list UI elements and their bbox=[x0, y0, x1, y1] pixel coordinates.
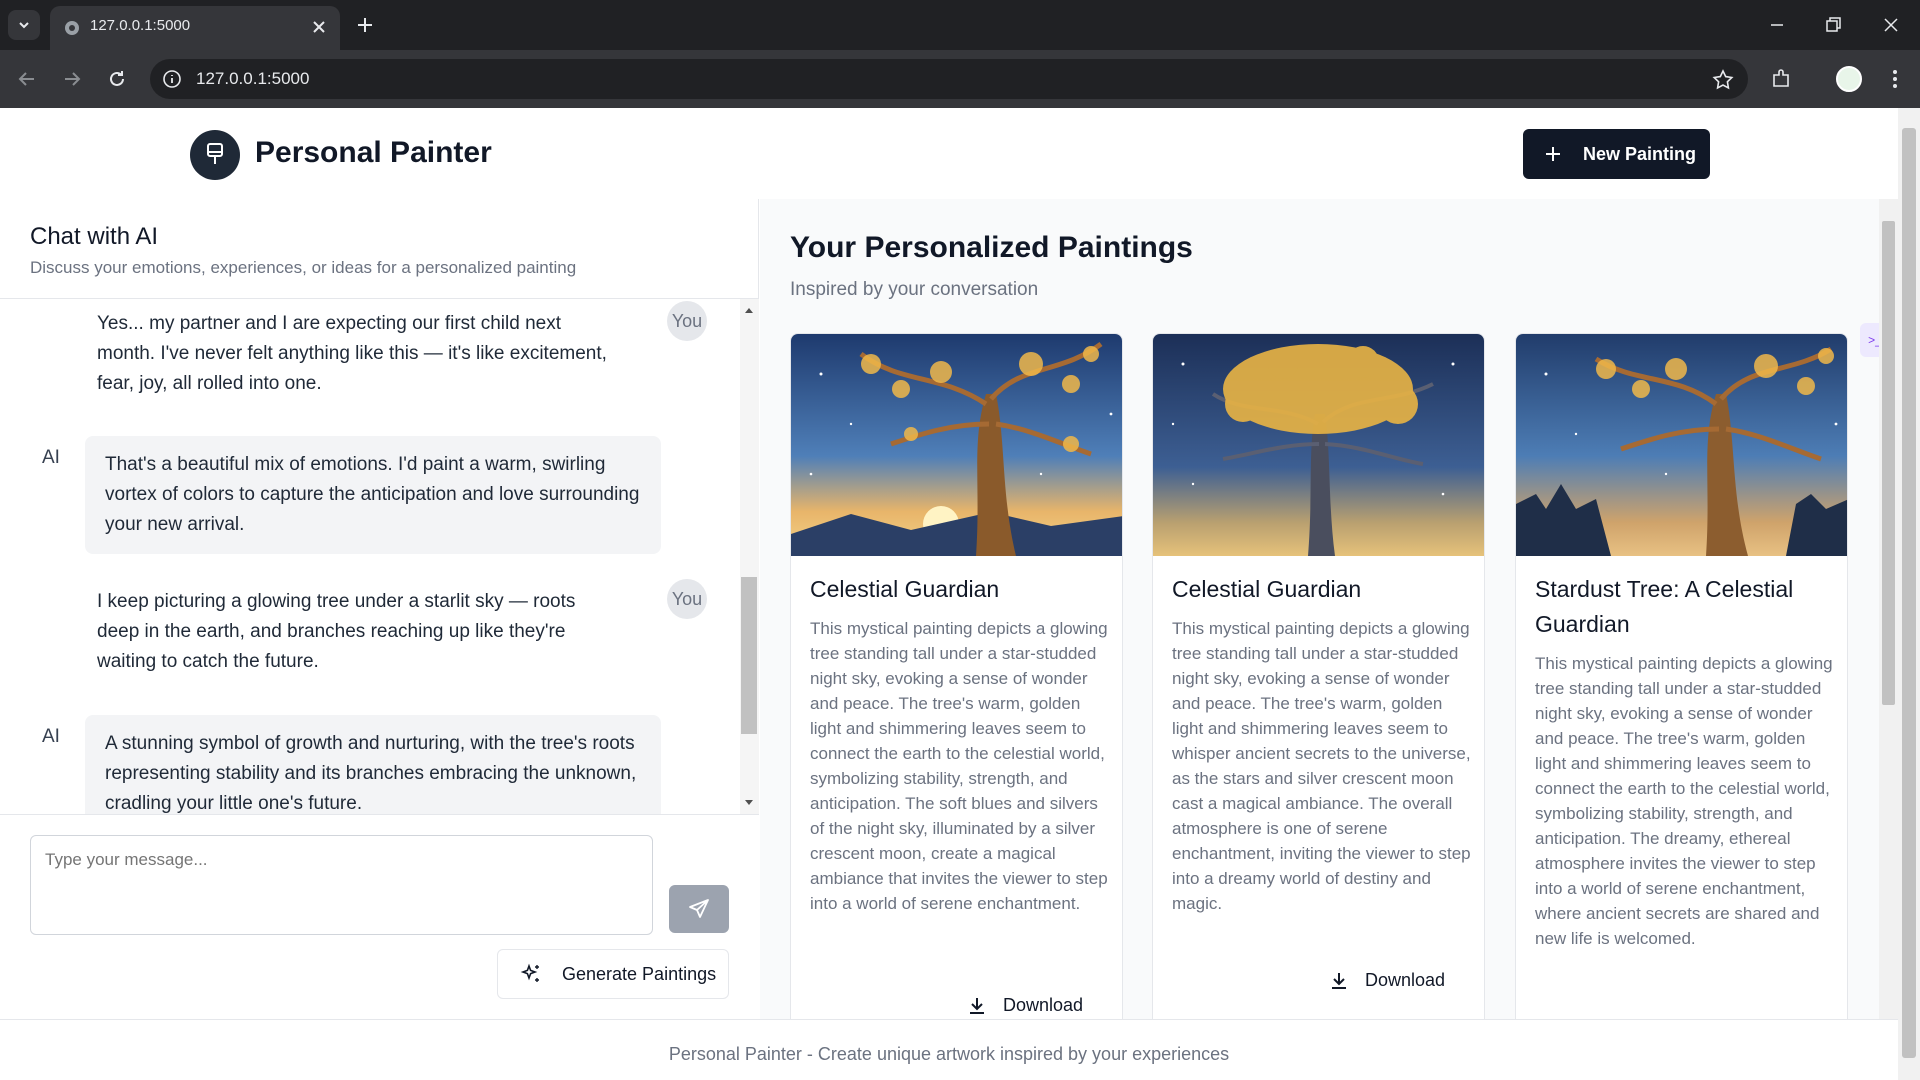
brand-title: Personal Painter bbox=[255, 136, 492, 169]
new-painting-button[interactable]: New Painting bbox=[1523, 129, 1710, 179]
send-button[interactable] bbox=[669, 885, 729, 933]
download-label: Download bbox=[1003, 995, 1084, 1015]
browser-tab[interactable]: 127.0.0.1:5000 bbox=[50, 6, 340, 50]
profile-avatar[interactable] bbox=[1836, 66, 1862, 92]
extensions-icon[interactable] bbox=[1768, 66, 1794, 92]
paintings-subtitle: Inspired by your conversation bbox=[790, 279, 1039, 300]
footer: Personal Painter - Create unique artwork… bbox=[0, 1019, 1898, 1077]
ai-message: A stunning symbol of growth and nurturin… bbox=[85, 715, 661, 814]
chat-subtitle: Discuss your emotions, experiences, or i… bbox=[30, 258, 577, 277]
paintings-title: Your Personalized Paintings bbox=[790, 231, 1193, 264]
download-icon bbox=[970, 997, 984, 1014]
ai-label: AI bbox=[42, 447, 60, 468]
chat-header: Chat with AI Discuss your emotions, expe… bbox=[0, 199, 759, 299]
star-icon[interactable] bbox=[1712, 69, 1734, 91]
chevron-down-icon bbox=[19, 22, 29, 29]
paintbrush-icon bbox=[207, 143, 223, 164]
user-badge: You bbox=[667, 579, 707, 619]
minimize-icon[interactable] bbox=[1764, 12, 1790, 38]
user-message: I keep picturing a glowing tree under a … bbox=[97, 591, 576, 672]
restore-icon[interactable] bbox=[1820, 12, 1846, 38]
message-list[interactable]: You Yes... my partner and I are expectin… bbox=[0, 299, 740, 814]
scroll-down-icon[interactable] bbox=[741, 794, 757, 810]
download-label: Download bbox=[1365, 970, 1446, 990]
logo bbox=[190, 130, 240, 180]
chat-title: Chat with AI bbox=[30, 223, 159, 250]
plus-icon bbox=[1546, 147, 1560, 161]
painting-image bbox=[1516, 334, 1847, 556]
composer: Generate Paintings bbox=[0, 814, 759, 1019]
sparkles-icon bbox=[520, 963, 539, 982]
footer-text: Personal Painter - Create unique artwork… bbox=[668, 1044, 1230, 1064]
painting-description: This mystical painting depicts a glowing… bbox=[1172, 619, 1471, 913]
send-icon bbox=[689, 899, 709, 918]
address-bar-area: 127.0.0.1:5000 bbox=[0, 50, 1920, 108]
painting-image bbox=[791, 334, 1122, 556]
chat-panel: Chat with AI Discuss your emotions, expe… bbox=[0, 199, 759, 1019]
omnibox[interactable]: 127.0.0.1:5000 bbox=[150, 59, 1748, 99]
browser-tabbar: 127.0.0.1:5000 bbox=[0, 0, 1920, 50]
paintings-panel: Your Personalized Paintings Inspired by … bbox=[760, 199, 1898, 1019]
tab-search-button[interactable] bbox=[8, 10, 40, 40]
back-arrow-icon[interactable] bbox=[14, 66, 40, 92]
app-header: Personal Painter New Painting bbox=[0, 108, 1898, 199]
download-button[interactable]: Download bbox=[967, 995, 1083, 1016]
globe-icon bbox=[65, 21, 79, 35]
close-icon[interactable] bbox=[310, 18, 328, 36]
tab-title: 127.0.0.1:5000 bbox=[90, 17, 191, 34]
user-badge: You bbox=[667, 301, 707, 341]
new-painting-label: New Painting bbox=[1583, 143, 1697, 164]
painting-card: Stardust Tree: A Celestial Guardian This… bbox=[1515, 333, 1848, 1019]
painting-image bbox=[1153, 334, 1484, 556]
chat-scrollbar[interactable] bbox=[740, 299, 759, 814]
page-scrollbar-thumb[interactable] bbox=[1902, 128, 1916, 1058]
painting-description: This mystical painting depicts a glowing… bbox=[810, 619, 1108, 913]
more-vert-icon[interactable] bbox=[1882, 66, 1908, 92]
paintings-scrollbar-thumb[interactable] bbox=[1882, 221, 1895, 705]
close-window-icon[interactable] bbox=[1878, 12, 1904, 38]
download-icon bbox=[1332, 972, 1346, 989]
plus-icon[interactable] bbox=[352, 12, 378, 38]
chat-scrollbar-thumb[interactable] bbox=[741, 577, 757, 734]
painting-card: Celestial Guardian This mystical paintin… bbox=[1152, 333, 1485, 1019]
user-message: Yes... my partner and I are expecting ou… bbox=[97, 313, 607, 394]
message-input[interactable] bbox=[30, 835, 653, 935]
generate-paintings-button[interactable]: Generate Paintings bbox=[497, 949, 729, 999]
ai-message: That's a beautiful mix of emotions. I'd … bbox=[85, 436, 661, 554]
ai-label: AI bbox=[42, 726, 60, 747]
url-text: 127.0.0.1:5000 bbox=[196, 69, 310, 88]
painting-title: Celestial Guardian bbox=[810, 576, 1000, 602]
reload-icon[interactable] bbox=[104, 66, 130, 92]
painting-title: Celestial Guardian bbox=[1172, 576, 1362, 602]
painting-title: Stardust Tree: A Celestial Guardian bbox=[1535, 576, 1794, 637]
info-icon[interactable] bbox=[162, 69, 182, 89]
download-button[interactable]: Download bbox=[1329, 970, 1445, 991]
painting-card: Celestial Guardian This mystical paintin… bbox=[790, 333, 1123, 1019]
forward-arrow-icon[interactable] bbox=[59, 66, 85, 92]
painting-description: This mystical painting depicts a glowing… bbox=[1535, 654, 1833, 948]
scroll-up-icon[interactable] bbox=[741, 303, 757, 319]
generate-paintings-label: Generate Paintings bbox=[562, 963, 717, 984]
